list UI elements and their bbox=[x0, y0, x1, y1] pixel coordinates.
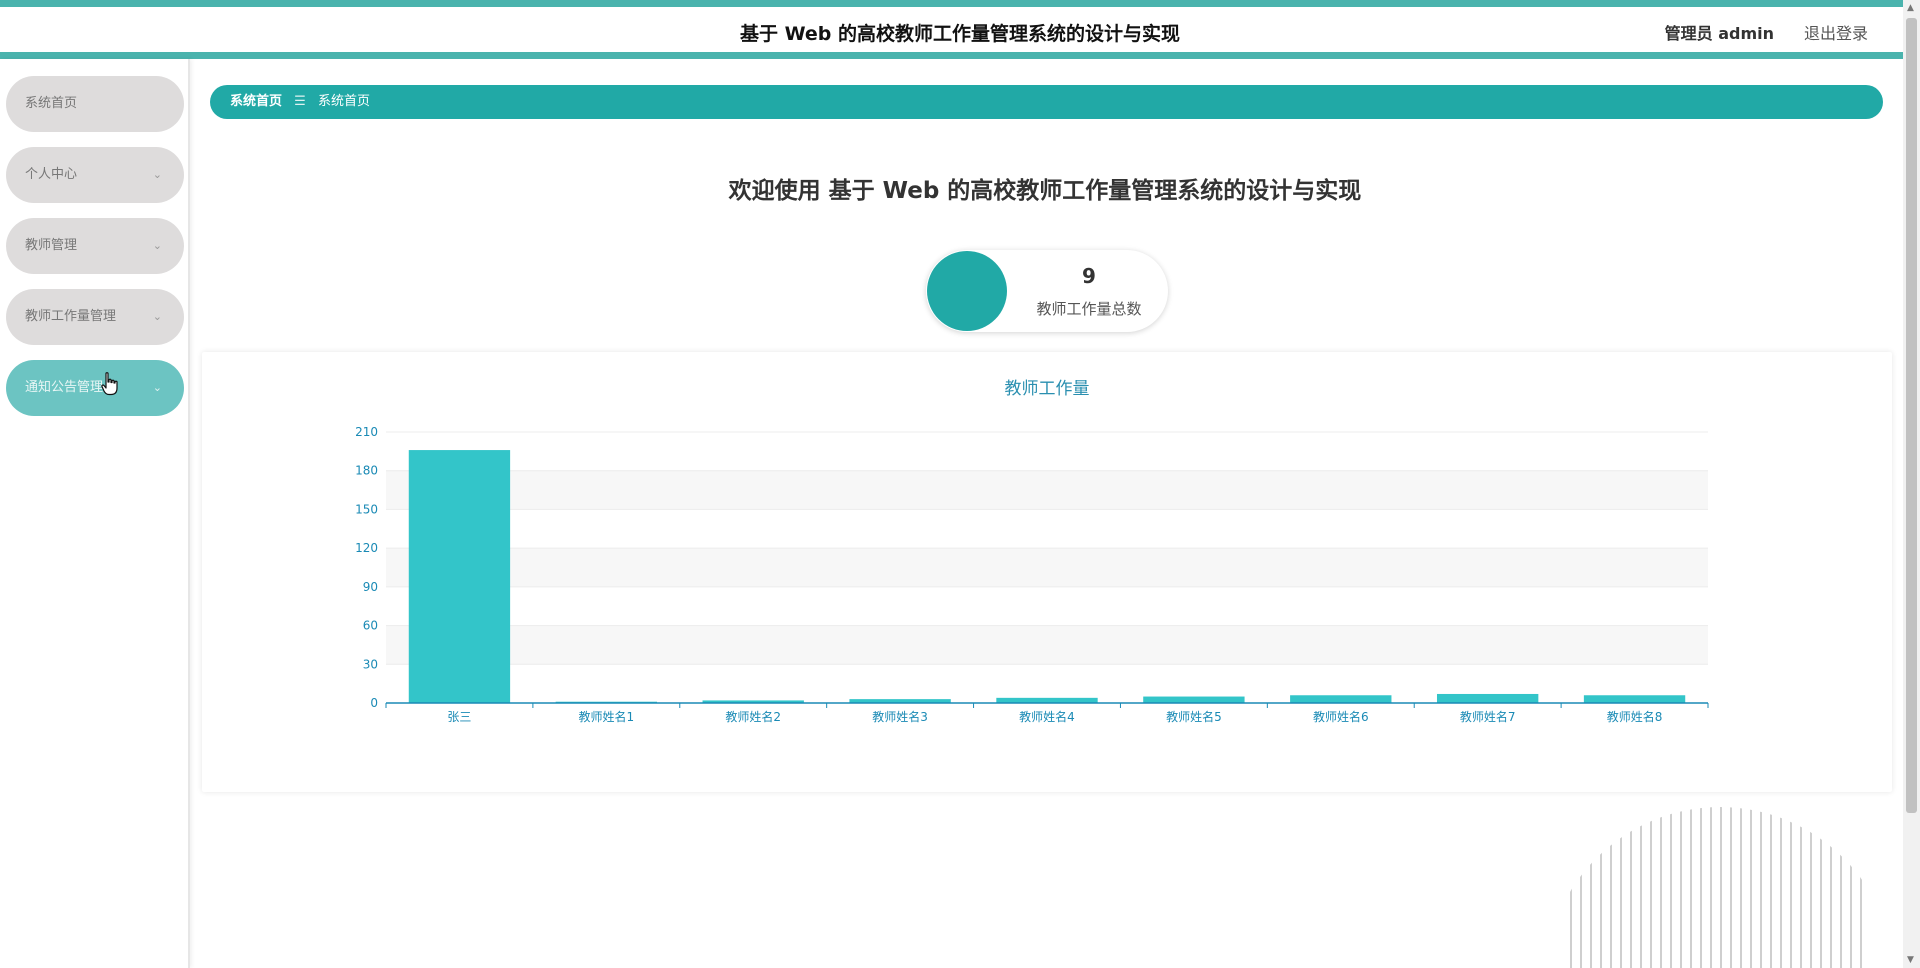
breadcrumb: 系统首页 ☰ 系统首页 bbox=[210, 85, 1883, 119]
x-tick-label: 教师姓名3 bbox=[872, 709, 928, 724]
decorative-stripes bbox=[1570, 807, 1862, 968]
chevron-down-icon: ⌄ bbox=[152, 239, 162, 252]
sidebar-item-label: 通知公告管理 bbox=[25, 380, 104, 395]
x-tick-label: 教师姓名5 bbox=[1166, 709, 1222, 724]
chevron-down-icon: ⌄ bbox=[152, 381, 162, 394]
grid-band bbox=[386, 432, 1708, 471]
x-tick-label: 教师姓名6 bbox=[1313, 709, 1369, 724]
grid-band bbox=[386, 548, 1708, 587]
chart-panel: 教师工作量 0 30 60 90 120 150 180 210 张三 教师姓名1 教师姓名2 教师姓… bbox=[202, 352, 1892, 792]
stat-label: 教师工作量总数 bbox=[1036, 300, 1142, 318]
x-tick-label: 教师姓名7 bbox=[1460, 709, 1516, 724]
header-accent-stripe bbox=[0, 52, 1920, 59]
logout-link[interactable]: 退出登录 bbox=[1804, 20, 1868, 44]
x-tick-label: 教师姓名2 bbox=[725, 709, 781, 724]
stat-circle-icon bbox=[927, 251, 1007, 331]
sidebar-item-notice-management[interactable]: 通知公告管理 ⌄ bbox=[6, 360, 184, 416]
bar bbox=[408, 450, 511, 703]
y-tick-label: 0 bbox=[370, 696, 378, 710]
scrollbar-thumb[interactable] bbox=[1906, 18, 1917, 813]
x-tick-label: 教师姓名8 bbox=[1607, 709, 1663, 724]
y-tick-label: 180 bbox=[355, 464, 378, 478]
grid-band bbox=[386, 625, 1708, 665]
current-user: 管理员 admin bbox=[1664, 24, 1774, 43]
y-tick-label: 30 bbox=[363, 657, 378, 671]
sidebar-item-label: 个人中心 bbox=[25, 167, 78, 182]
grid-band bbox=[386, 470, 1708, 510]
sidebar-item-label: 系统首页 bbox=[25, 96, 78, 111]
workload-bar-chart: 0 30 60 90 120 150 180 210 张三 教师姓名1 教师姓名2 教师姓名3 教师姓名… bbox=[355, 425, 1709, 724]
bar bbox=[1290, 695, 1392, 703]
x-tick-label: 张三 bbox=[447, 710, 471, 724]
sidebar-item-personal-center[interactable]: 个人中心 ⌄ bbox=[6, 147, 184, 203]
scroll-up-arrow-icon[interactable]: ▲ bbox=[1907, 3, 1914, 13]
x-tick-label: 教师姓名1 bbox=[579, 709, 635, 724]
hand-pointer-icon bbox=[101, 372, 118, 396]
sidebar: 系统首页 个人中心 ⌄ 教师管理 ⌄ 教师工作量管理 ⌄ 通知公告管理 ⌄ bbox=[0, 59, 190, 968]
app-title: 基于 Web 的高校教师工作量管理系统的设计与实现 bbox=[740, 23, 1180, 45]
bar bbox=[1583, 695, 1686, 703]
sidebar-item-label: 教师管理 bbox=[25, 238, 78, 253]
y-tick-label: 120 bbox=[355, 541, 378, 555]
sidebar-item-workload-management[interactable]: 教师工作量管理 ⌄ bbox=[6, 289, 184, 345]
chevron-down-icon: ⌄ bbox=[152, 310, 162, 323]
sidebar-item-label: 教师工作量管理 bbox=[25, 309, 117, 324]
breadcrumb-home[interactable]: 系统首页 bbox=[230, 94, 282, 109]
stat-card-workload-total: 9 教师工作量总数 bbox=[926, 250, 1168, 332]
menu-lines-icon: ☰ bbox=[294, 94, 306, 109]
sidebar-item-home[interactable]: 系统首页 bbox=[6, 76, 184, 132]
bar bbox=[996, 697, 1098, 703]
header: 基于 Web 的高校教师工作量管理系统的设计与实现 管理员 admin 退出登录 bbox=[0, 7, 1920, 53]
chevron-down-icon: ⌄ bbox=[152, 168, 162, 181]
top-accent-stripe bbox=[0, 0, 1920, 7]
y-tick-label: 90 bbox=[363, 580, 378, 594]
scroll-down-arrow-icon[interactable]: ▼ bbox=[1907, 955, 1914, 965]
breadcrumb-current: 系统首页 bbox=[317, 94, 370, 109]
y-tick-label: 60 bbox=[363, 619, 378, 633]
y-tick-label: 150 bbox=[355, 502, 378, 516]
stat-value: 9 bbox=[1082, 264, 1096, 288]
grid-band bbox=[386, 509, 1708, 549]
bar bbox=[1436, 693, 1539, 703]
vertical-scrollbar[interactable]: ▲ ▼ bbox=[1903, 0, 1920, 968]
bar bbox=[1143, 696, 1245, 703]
welcome-heading: 欢迎使用 基于 Web 的高校教师工作量管理系统的设计与实现 bbox=[728, 178, 1362, 204]
grid-band bbox=[386, 586, 1708, 626]
sidebar-item-teacher-management[interactable]: 教师管理 ⌄ bbox=[6, 218, 184, 274]
y-tick-label: 210 bbox=[355, 425, 378, 439]
x-tick-label: 教师姓名4 bbox=[1019, 709, 1075, 724]
